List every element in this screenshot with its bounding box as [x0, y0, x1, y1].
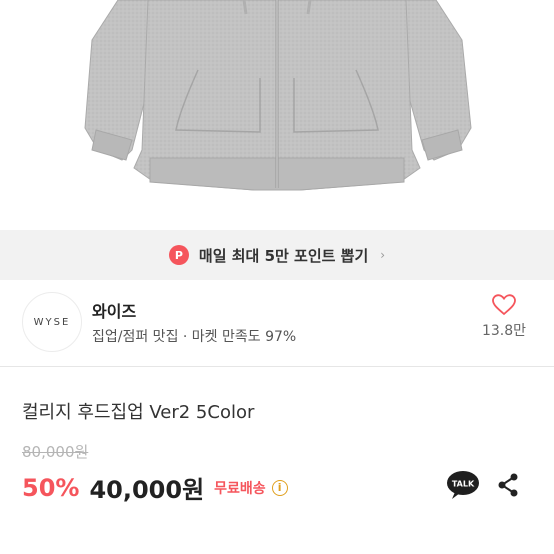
store-logo[interactable]: WYSE — [22, 292, 82, 352]
talk-label: TALK — [452, 480, 475, 489]
like-button[interactable]: 13.8만 — [474, 294, 534, 340]
kakaotalk-button[interactable]: TALK — [446, 470, 480, 500]
section-divider — [0, 366, 554, 367]
discount-rate: 50% — [22, 473, 80, 502]
point-promo-banner[interactable]: P 매일 최대 5만 포인트 뽑기 › — [0, 230, 554, 280]
store-info[interactable]: WYSE 와이즈 집업/점퍼 맛집 · 마켓 만족도 97% 13.8만 — [0, 284, 554, 362]
chevron-right-icon: › — [380, 248, 386, 262]
original-price: 80,000원 — [22, 443, 89, 461]
info-icon[interactable]: i — [271, 479, 288, 496]
hoodie-illustration — [84, 0, 472, 191]
point-coin-icon: P — [168, 245, 189, 265]
sale-price: 40,000원 — [89, 476, 205, 504]
store-description: 집업/점퍼 맛집 · 마켓 만족도 97% — [92, 329, 297, 345]
share-icon — [498, 473, 518, 497]
kakaotalk-icon: TALK — [447, 471, 479, 499]
share-button[interactable] — [495, 472, 521, 498]
product-image[interactable] — [0, 0, 554, 228]
like-count: 13.8만 — [481, 323, 527, 339]
shipping-badge: 무료배송 — [214, 480, 266, 497]
heart-icon — [492, 294, 516, 316]
bottom-spacer — [0, 532, 554, 554]
price-row: 50% 40,000원 무료배송 i — [22, 470, 288, 505]
store-name[interactable]: 와이즈 — [92, 298, 136, 322]
promo-text: 매일 최대 5만 포인트 뽑기 — [198, 246, 369, 265]
product-title: 컬리지 후드집업 Ver2 5Color — [22, 402, 255, 423]
